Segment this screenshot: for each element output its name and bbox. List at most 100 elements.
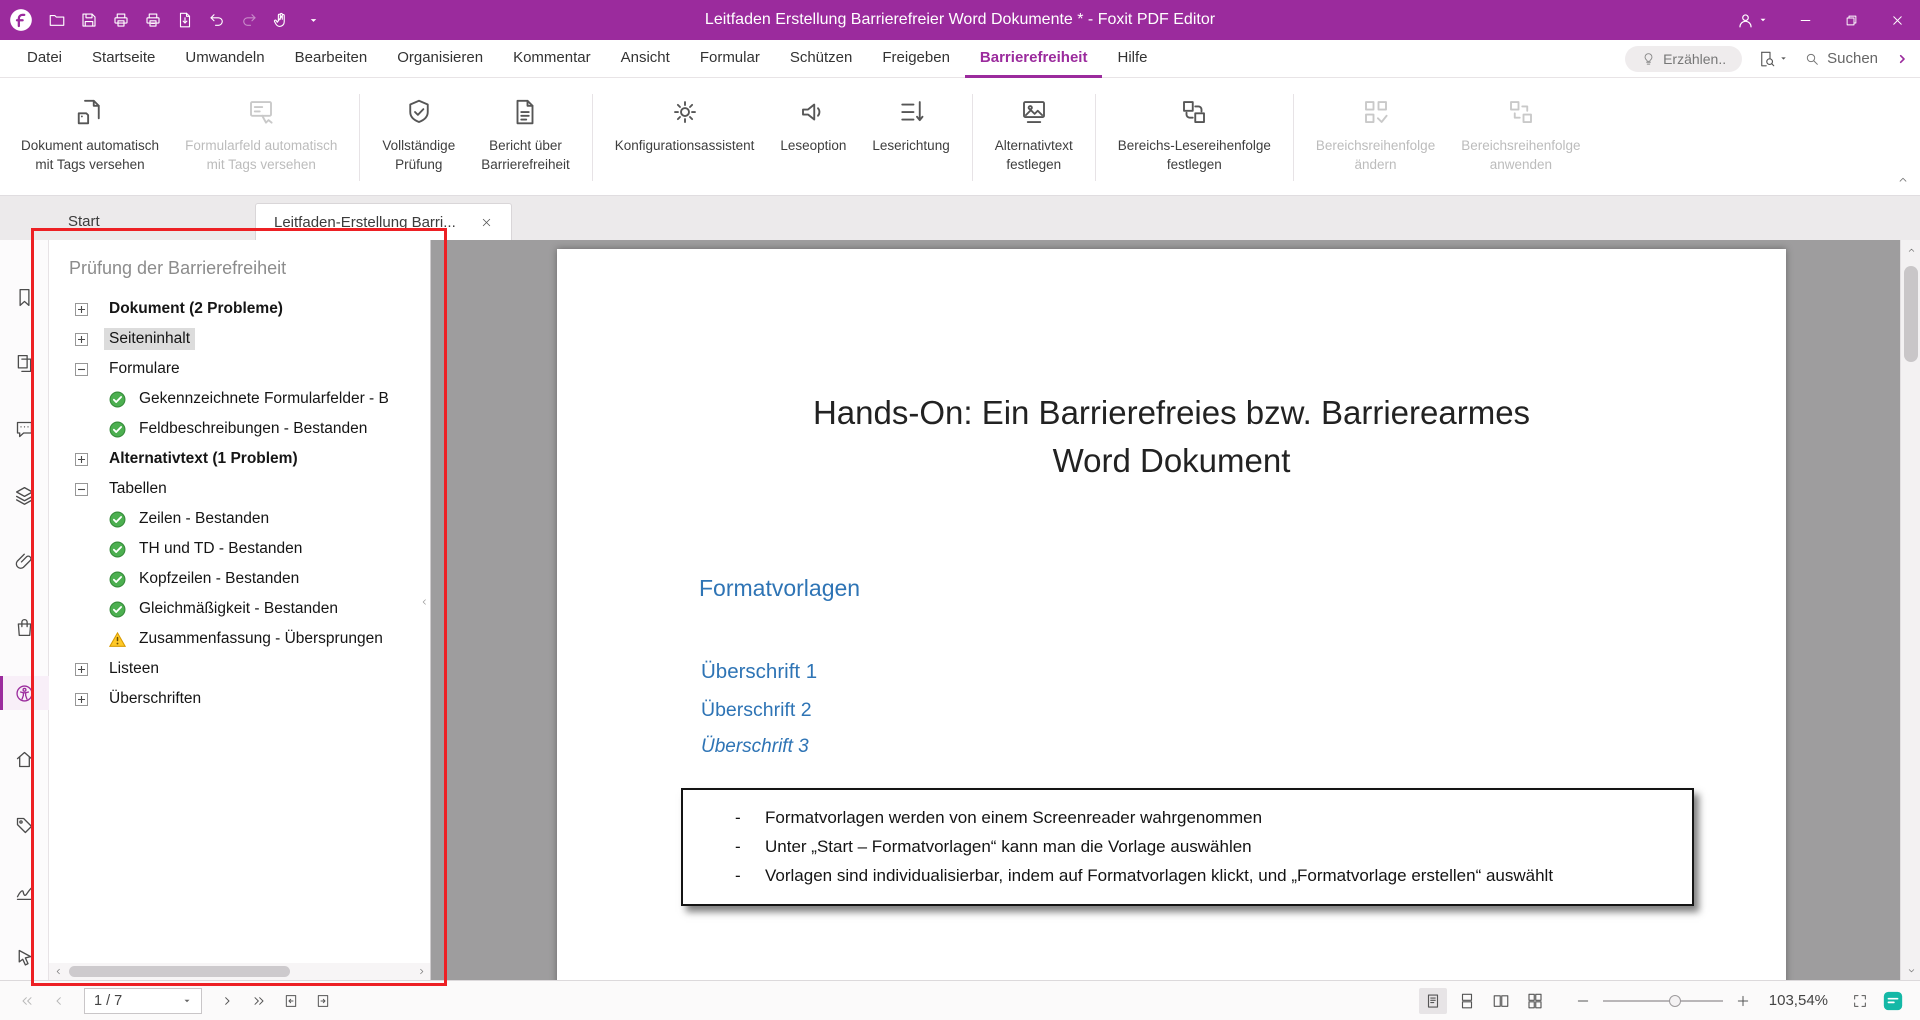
tree-item-gleichmaessigkeit-bestanden[interactable]: Gleichmäßigkeit - Bestanden [49, 594, 430, 624]
expand-plus-icon[interactable] [75, 453, 88, 466]
menu-tab-ansicht[interactable]: Ansicht [606, 40, 685, 78]
menu-tab-freigeben[interactable]: Freigeben [867, 40, 965, 78]
expand-plus-icon[interactable] [75, 333, 88, 346]
quick-print-button[interactable] [138, 5, 168, 35]
zoom-slider[interactable] [1603, 988, 1723, 1014]
panel-collapse-handle[interactable] [419, 595, 430, 609]
sidebar-destinations-button[interactable] [0, 742, 49, 776]
ribbon-button-leseoption[interactable]: Leseoption [768, 84, 858, 191]
vertical-scrollbar[interactable] [1900, 240, 1920, 980]
ribbon-button-vollstaendige-pruefung[interactable]: VollständigePrüfung [370, 84, 467, 191]
zoom-slider-thumb[interactable] [1669, 995, 1681, 1007]
ribbon-button-bereichsreihenfolge-aendern[interactable]: Bereichsreihenfolgeändern [1304, 84, 1447, 191]
sidebar-tags-button[interactable] [0, 808, 49, 842]
menu-tab-startseite[interactable]: Startseite [77, 40, 170, 78]
next-view-button[interactable] [310, 988, 336, 1014]
sidebar-stamps-button[interactable] [0, 610, 49, 644]
undo-button[interactable] [202, 5, 232, 35]
redo-button[interactable] [234, 5, 264, 35]
menu-tab-hilfe[interactable]: Hilfe [1102, 40, 1162, 78]
menu-tab-bearbeiten[interactable]: Bearbeiten [280, 40, 383, 78]
menu-tab-barrierefreiheit[interactable]: Barrierefreiheit [965, 40, 1103, 78]
menu-tab-formular[interactable]: Formular [685, 40, 775, 78]
fullscreen-button[interactable] [1847, 988, 1873, 1014]
tree-item-seiteninhalt[interactable]: Seiteninhalt [49, 324, 430, 354]
ribbon-button-dokument-automatisch-mit-tags-versehen[interactable]: Dokument automatischmit Tags versehen [9, 84, 171, 191]
sidebar-accessibility-button[interactable] [0, 676, 49, 710]
restore-button[interactable] [1828, 0, 1874, 40]
minimize-button[interactable] [1782, 0, 1828, 40]
close-button[interactable] [1874, 0, 1920, 40]
next-page-button[interactable] [214, 988, 240, 1014]
advanced-search-button[interactable] [1758, 50, 1788, 68]
scrollbar-thumb[interactable] [69, 966, 290, 977]
sidebar-digital-signatures-button[interactable] [0, 874, 49, 908]
previous-view-button[interactable] [278, 988, 304, 1014]
tree-item-feldbeschreibungen-bestanden[interactable]: Feldbeschreibungen - Bestanden [49, 414, 430, 444]
scroll-down-icon[interactable] [1901, 960, 1920, 980]
last-page-button[interactable] [246, 988, 272, 1014]
menu-tab-umwandeln[interactable]: Umwandeln [170, 40, 279, 78]
menu-tab-schuetzen[interactable]: Schützen [775, 40, 868, 78]
collapse-ribbon-button[interactable] [1896, 173, 1910, 187]
tree-item-tabellen[interactable]: Tabellen [49, 474, 430, 504]
scroll-right-icon[interactable] [412, 963, 430, 980]
document-tab-start[interactable]: Start [50, 203, 255, 240]
open-file-button[interactable] [42, 5, 72, 35]
tree-item-kopfzeilen-bestanden[interactable]: Kopfzeilen - Bestanden [49, 564, 430, 594]
print-button[interactable] [106, 5, 136, 35]
ribbon-button-bericht-ueber-barrierefreiheit[interactable]: Bericht überBarrierefreiheit [469, 84, 582, 191]
menu-tab-datei[interactable]: Datei [12, 40, 77, 78]
sidebar-attachments-button[interactable] [0, 544, 49, 578]
ribbon-button-konfigurationsassistent[interactable]: Konfigurationsassistent [603, 84, 767, 191]
single-page-view-button[interactable] [1419, 988, 1447, 1014]
ribbon-button-bereichsreihenfolge-anwenden[interactable]: Bereichsreihenfolgeanwenden [1449, 84, 1592, 191]
ai-assistant-button[interactable] [1880, 988, 1906, 1014]
share-document-button[interactable] [170, 5, 200, 35]
ribbon-button-leserichtung[interactable]: Leserichtung [860, 84, 961, 191]
scroll-up-icon[interactable] [1901, 240, 1920, 260]
expand-plus-icon[interactable] [75, 303, 88, 316]
hand-tool-button[interactable] [266, 5, 296, 35]
tree-item-ueberschriften[interactable]: Überschriften [49, 684, 430, 714]
facing-view-button[interactable] [1487, 988, 1515, 1014]
sidebar-articles-button[interactable] [0, 940, 49, 974]
customize-quick-access-toolbar-button[interactable] [298, 5, 328, 35]
pdf-page[interactable]: Hands-On: Ein Barrierefreies bzw. Barrie… [557, 249, 1786, 980]
scrollbar-thumb[interactable] [1904, 266, 1918, 362]
tree-item-th-und-td-bestanden[interactable]: TH und TD - Bestanden [49, 534, 430, 564]
document-tab-leitfaden-erstellung-barri[interactable]: Leitfaden-Erstellung Barri... [255, 203, 512, 240]
expand-plus-icon[interactable] [75, 663, 88, 676]
zoom-in-button[interactable] [1730, 988, 1756, 1014]
tree-item-formulare[interactable]: Formulare [49, 354, 430, 384]
sidebar-bookmarks-button[interactable] [0, 280, 49, 314]
collapse-minus-icon[interactable] [75, 363, 88, 376]
zoom-out-button[interactable] [1570, 988, 1596, 1014]
tree-item-zusammenfassung-uebersprungen[interactable]: Zusammenfassung - Übersprungen [49, 624, 430, 654]
previous-page-button[interactable] [46, 988, 72, 1014]
page-number-box[interactable]: 1 / 7 [84, 988, 202, 1014]
ribbon-button-formularfeld-automatisch-mit-tags-versehen[interactable]: Formularfeld automatischmit Tags versehe… [173, 84, 349, 191]
search-box[interactable]: Suchen [1804, 50, 1878, 67]
continuous-facing-view-button[interactable] [1521, 988, 1549, 1014]
expand-plus-icon[interactable] [75, 693, 88, 706]
scrollbar-track[interactable] [67, 963, 412, 980]
close-tab-icon[interactable] [480, 216, 493, 229]
ribbon-button-bereichs-lesereihenfolge-festlegen[interactable]: Bereichs-Lesereihenfolgefestlegen [1106, 84, 1283, 191]
account-button[interactable] [1722, 0, 1782, 40]
panel-horizontal-scrollbar[interactable] [49, 963, 430, 980]
zoom-level[interactable]: 103,54% [1769, 992, 1828, 1009]
tree-item-listeen[interactable]: Listeen [49, 654, 430, 684]
continuous-view-button[interactable] [1453, 988, 1481, 1014]
sidebar-layers-button[interactable] [0, 478, 49, 512]
save-file-button[interactable] [74, 5, 104, 35]
tree-item-dokument-2-probleme[interactable]: Dokument (2 Probleme) [49, 294, 430, 324]
tree-item-gekennzeichnete-formularfelder-b[interactable]: Gekennzeichnete Formularfelder - B [49, 384, 430, 414]
menu-tab-organisieren[interactable]: Organisieren [382, 40, 498, 78]
collapse-minus-icon[interactable] [75, 483, 88, 496]
tree-item-zeilen-bestanden[interactable]: Zeilen - Bestanden [49, 504, 430, 534]
scroll-left-icon[interactable] [49, 963, 67, 980]
document-view[interactable]: Hands-On: Ein Barrierefreies bzw. Barrie… [431, 240, 1900, 980]
foxit-logo-icon[interactable] [8, 7, 34, 33]
sidebar-comments-button[interactable] [0, 412, 49, 446]
